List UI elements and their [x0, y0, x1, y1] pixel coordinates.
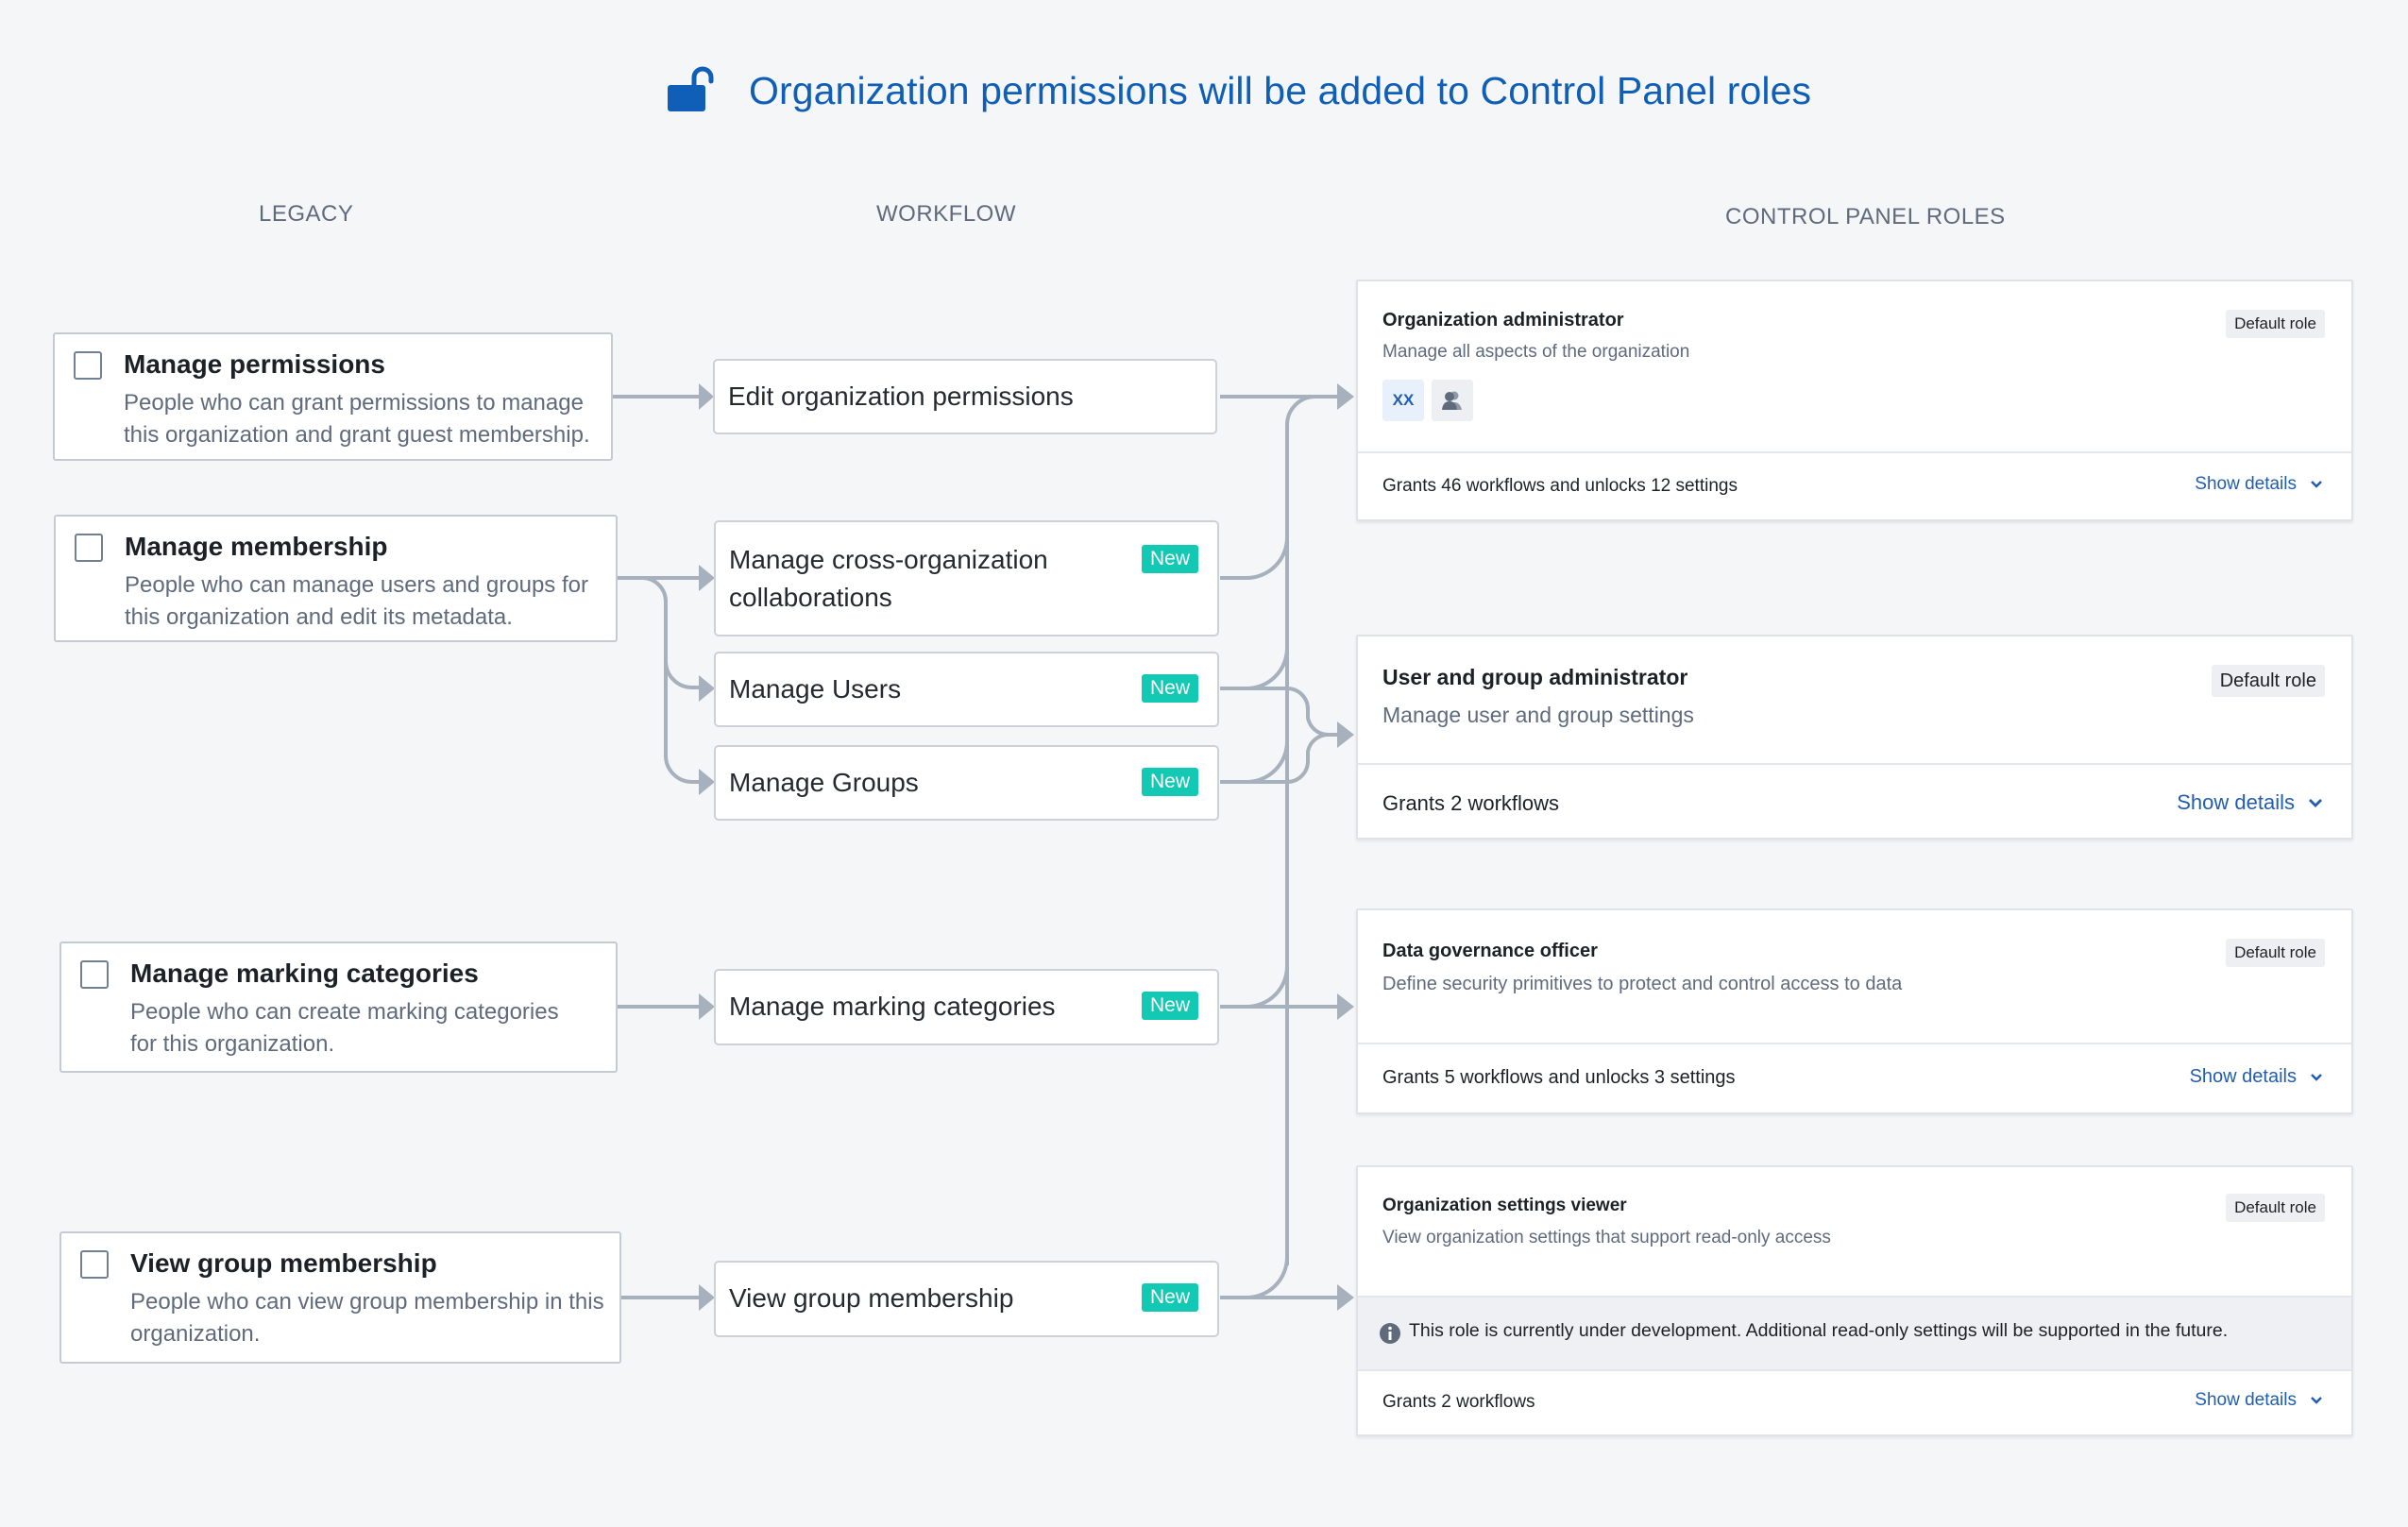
- arrowhead: [1337, 721, 1354, 748]
- workflow-card-manage-marking-categories[interactable]: Manage marking categories New: [714, 969, 1219, 1045]
- default-role-badge: Default role: [2211, 665, 2325, 697]
- checkbox[interactable]: [75, 534, 103, 562]
- workflow-card-manage-groups[interactable]: Manage Groups New: [714, 745, 1219, 821]
- chevron-down-icon: [2311, 1073, 2322, 1081]
- legacy-title: Manage membership: [125, 532, 388, 561]
- workflow-card-manage-users[interactable]: Manage Users New: [714, 652, 1219, 727]
- role-description: View organization settings that support …: [1382, 1228, 1831, 1247]
- legacy-title: Manage permissions: [124, 349, 385, 379]
- callout-text: This role is currently under development…: [1409, 1320, 2229, 1341]
- legacy-title: Manage marking categories: [130, 959, 479, 988]
- default-role-badge: Default role: [2226, 1194, 2325, 1222]
- role-name: Organization settings viewer: [1382, 1196, 1627, 1215]
- legacy-description: People who can manage users and groups f…: [125, 572, 588, 630]
- divider: [1358, 763, 2351, 765]
- chevron-down-icon: [2311, 1397, 2322, 1404]
- workflow-title: Manage Groups: [729, 768, 919, 797]
- role-name: Data governance officer: [1382, 941, 1598, 961]
- checkbox[interactable]: [74, 351, 102, 380]
- connector-trunk: [1285, 395, 1316, 1265]
- connector-workflow-2-role-1: [1220, 687, 1341, 738]
- legacy-description: People who can view group membership in …: [130, 1289, 604, 1347]
- legacy-title: View group membership: [130, 1248, 437, 1278]
- arrowhead: [1337, 993, 1354, 1020]
- arrowhead: [1337, 1284, 1354, 1311]
- role-summary: Grants 46 workflows and unlocks 12 setti…: [1382, 476, 1738, 496]
- show-details-button[interactable]: Show details: [2190, 1066, 2323, 1088]
- legacy-description: People who can grant permissions to mana…: [124, 390, 590, 448]
- role-name: User and group administrator: [1382, 665, 1688, 689]
- role-member-chip[interactable]: XX: [1382, 380, 1424, 421]
- role-description: Manage all aspects of the organization: [1382, 342, 1690, 362]
- workflow-card-edit-organization-permissions[interactable]: Edit organization permissions: [713, 359, 1217, 434]
- role-description: Define security primitives to protect an…: [1382, 974, 1903, 994]
- role-description: Manage user and group settings: [1382, 703, 1694, 727]
- connector-workflow-2-role-0: [1220, 647, 1289, 690]
- arrowhead: [699, 993, 715, 1020]
- default-role-badge: Default role: [2226, 939, 2325, 967]
- people-icon: [1442, 391, 1462, 410]
- connector-workflow-1-role-0: [1220, 536, 1289, 580]
- checkbox[interactable]: [80, 1250, 109, 1279]
- role-card-data-governance-officer: Data governance officer Define security …: [1356, 908, 2353, 1114]
- workflow-card-manage-cross-organization-collaborations[interactable]: Manage cross-organization collaborations…: [714, 520, 1219, 636]
- legacy-card-manage-marking-categories[interactable]: Manage marking categories People who can…: [59, 942, 618, 1073]
- divider: [1358, 451, 2351, 453]
- legacy-description: People who can create marking categories…: [130, 999, 559, 1057]
- show-details-label: Show details: [2195, 474, 2297, 494]
- workflow-card-view-group-membership[interactable]: View group membership New: [714, 1261, 1219, 1337]
- role-card-user-and-group-administrator: User and group administrator Manage user…: [1356, 635, 2353, 840]
- legacy-card-manage-permissions[interactable]: Manage permissions People who can grant …: [53, 332, 613, 461]
- connector-workflow-5-role-0: [1220, 1256, 1289, 1299]
- new-badge: New: [1141, 992, 1198, 1020]
- role-group-chip[interactable]: [1432, 380, 1473, 421]
- role-summary: Grants 2 workflows: [1382, 1392, 1535, 1412]
- legacy-card-manage-membership[interactable]: Manage membership People who can manage …: [54, 515, 618, 642]
- workflow-title: Manage cross-organization collaborations: [729, 545, 1048, 612]
- show-details-button[interactable]: Show details: [2177, 790, 2323, 815]
- role-summary: Grants 5 workflows and unlocks 3 setting…: [1382, 1067, 1736, 1088]
- checkbox[interactable]: [80, 960, 109, 989]
- arrowhead: [699, 769, 715, 795]
- new-badge: New: [1141, 1283, 1198, 1312]
- arrowhead: [699, 383, 714, 410]
- info-icon: [1380, 1323, 1400, 1344]
- chevron-down-icon: [2311, 481, 2322, 488]
- workflow-title: Manage Users: [729, 674, 902, 704]
- arrowhead: [699, 1284, 715, 1311]
- workflow-title: View group membership: [729, 1283, 1014, 1313]
- legacy-card-view-group-membership[interactable]: View group membership People who can vie…: [59, 1231, 621, 1364]
- chevron-down-icon: [2309, 798, 2322, 807]
- role-summary: Grants 2 workflows: [1382, 791, 1560, 815]
- connector-workflow-3-role-0: [1220, 740, 1289, 784]
- show-details-button[interactable]: Show details: [2195, 474, 2323, 495]
- connector-workflow-3-role-1: [1220, 732, 1330, 784]
- role-name: Organization administrator: [1382, 310, 1624, 331]
- new-badge: New: [1141, 545, 1198, 573]
- divider: [1358, 1043, 2351, 1044]
- workflow-title: Manage marking categories: [729, 992, 1056, 1021]
- development-callout: This role is currently under development…: [1358, 1296, 2351, 1371]
- arrowhead: [699, 565, 715, 591]
- show-details-label: Show details: [2195, 1390, 2297, 1410]
- role-card-organization-administrator: Organization administrator Manage all as…: [1356, 280, 2353, 521]
- show-details-label: Show details: [2177, 790, 2295, 814]
- connector-workflow-4-role-0: [1220, 965, 1289, 1009]
- new-badge: New: [1141, 768, 1198, 796]
- role-card-organization-settings-viewer: Organization settings viewer View organi…: [1356, 1165, 2353, 1436]
- connector-legacy-1-workflow-2: [618, 576, 699, 689]
- avatar-initials: XX: [1392, 391, 1415, 409]
- arrowhead: [699, 675, 715, 702]
- workflow-title: Edit organization permissions: [728, 382, 1074, 411]
- new-badge: New: [1141, 674, 1198, 703]
- show-details-label: Show details: [2189, 1066, 2297, 1087]
- show-details-button[interactable]: Show details: [2195, 1390, 2323, 1411]
- default-role-badge: Default role: [2226, 310, 2325, 338]
- arrowhead: [1337, 383, 1354, 410]
